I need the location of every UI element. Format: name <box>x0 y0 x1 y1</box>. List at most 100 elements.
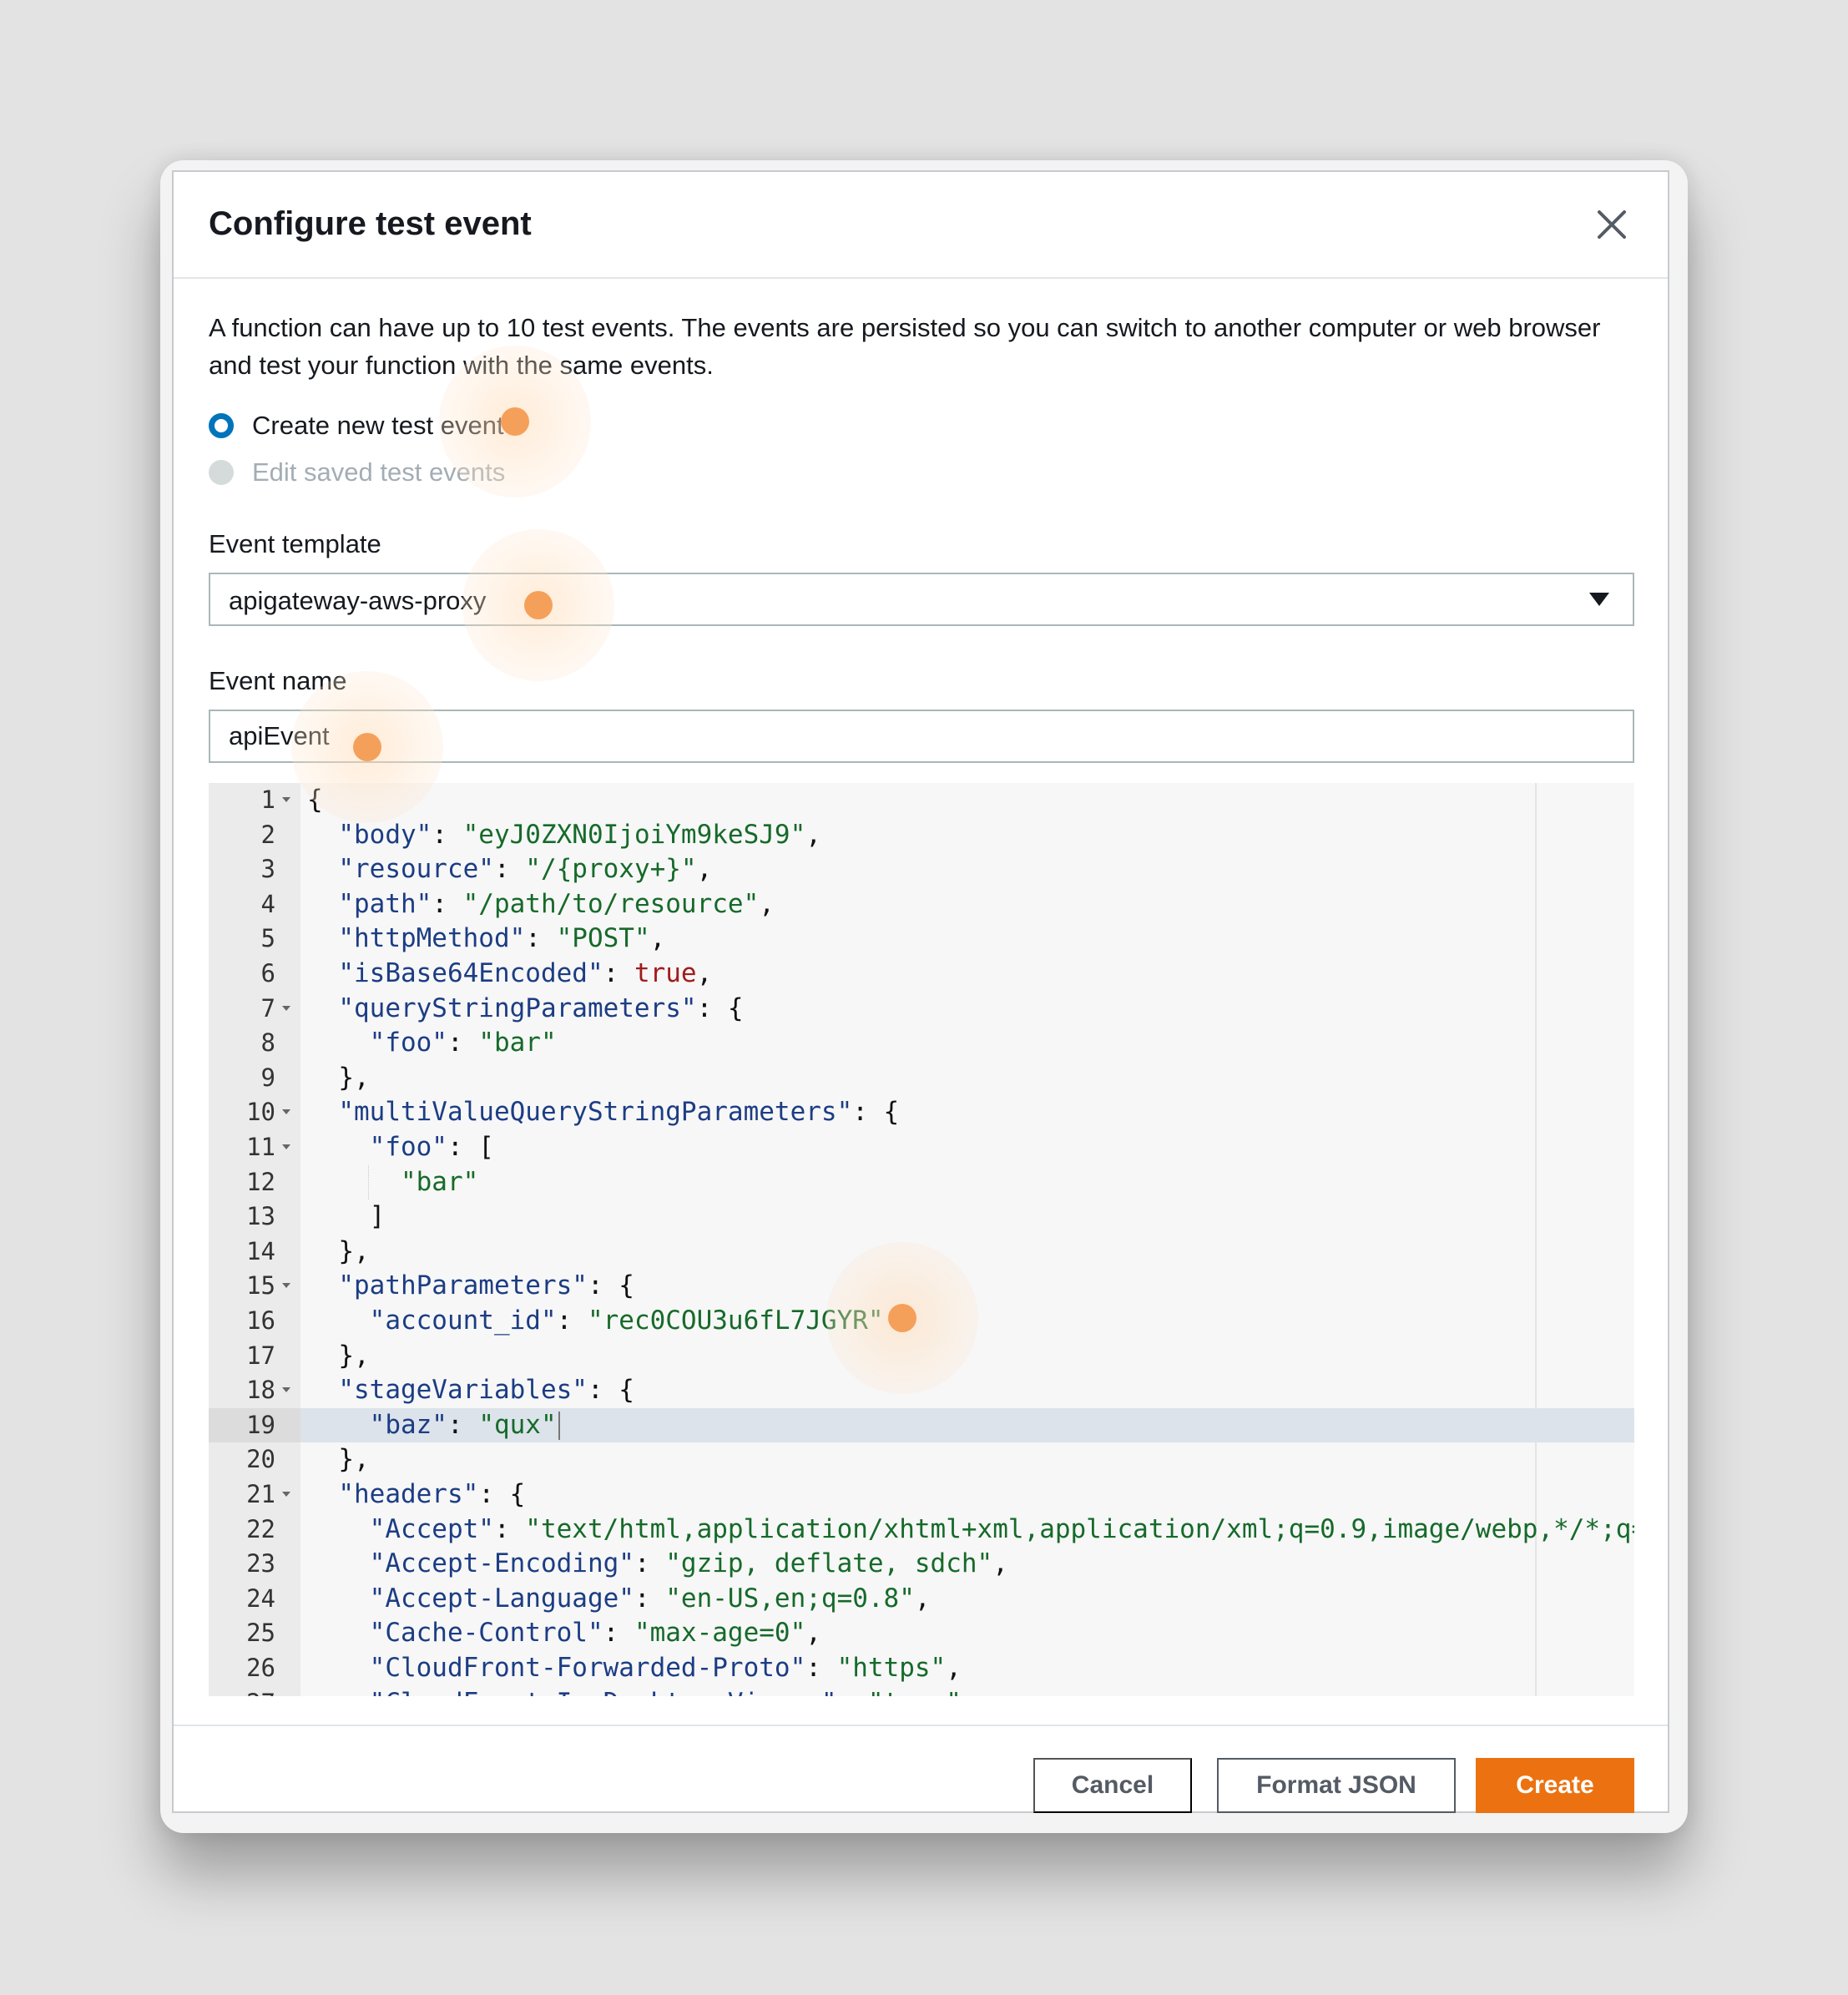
editor-line[interactable]: 13 ] <box>209 1200 1634 1235</box>
line-number: 26 <box>246 1654 275 1682</box>
editor-line[interactable]: 9 }, <box>209 1061 1634 1096</box>
event-template-select[interactable]: apigateway-aws-proxy <box>209 573 1634 626</box>
radio-create-new-test-event[interactable]: Create new test event <box>209 409 504 442</box>
code-token: "path" <box>338 888 432 919</box>
format-json-button[interactable]: Format JSON <box>1217 1758 1456 1813</box>
fold-arrow-icon[interactable] <box>282 1387 290 1393</box>
code-token: : { <box>587 1375 634 1406</box>
close-button[interactable] <box>1593 205 1631 244</box>
code-token: "max-age=0" <box>634 1618 806 1649</box>
code-text: }, <box>307 1339 369 1374</box>
code-text: }, <box>307 1442 370 1477</box>
json-code-editor[interactable]: 1{2 "body": "eyJ0ZXN0IjoiYm9keSJ9", 3 "re… <box>209 783 1634 1696</box>
line-number: 17 <box>246 1341 275 1370</box>
code-token: "Accept-Language" <box>369 1583 634 1614</box>
editor-line[interactable]: 8 "foo": "bar" <box>209 1026 1634 1061</box>
event-name-label: Event name <box>209 666 347 695</box>
line-number: 23 <box>246 1549 275 1578</box>
editor-line[interactable]: 26 "CloudFront-Forwarded-Proto": "https"… <box>209 1651 1634 1686</box>
code-text: }, <box>307 1061 369 1096</box>
editor-line[interactable]: 11 "foo": [ <box>209 1130 1634 1165</box>
editor-line[interactable]: 14 }, <box>209 1235 1634 1270</box>
code-token: "eyJ0ZXN0IjoiYm9keSJ9" <box>462 819 806 850</box>
editor-line[interactable]: 20 }, <box>209 1442 1634 1477</box>
editor-line[interactable]: 4 "path": "/path/to/resource", <box>209 887 1634 922</box>
code-token: "account_id" <box>369 1306 557 1336</box>
fold-arrow-icon[interactable] <box>282 1005 290 1011</box>
cancel-button[interactable]: Cancel <box>1033 1758 1192 1813</box>
editor-line[interactable]: 23 "Accept-Encoding": "gzip, deflate, sd… <box>209 1547 1634 1582</box>
close-icon <box>1598 210 1626 239</box>
editor-line[interactable]: 22 "Accept": "text/html,application/xhtm… <box>209 1513 1634 1548</box>
dialog-footer: Cancel Format JSON Create <box>174 1725 1668 1815</box>
line-number: 16 <box>246 1306 275 1335</box>
fold-arrow-icon[interactable] <box>282 1144 290 1149</box>
code-text: "foo": "bar" <box>307 1026 557 1061</box>
radio-label-create: Create new test event <box>252 411 504 440</box>
code-token: : <box>603 958 634 988</box>
fold-arrow-icon[interactable] <box>282 1492 290 1497</box>
fold-arrow-icon[interactable] <box>282 1109 290 1115</box>
editor-line[interactable]: 5 "httpMethod": "POST", <box>209 922 1634 957</box>
radio-button-checked[interactable] <box>209 413 234 438</box>
line-number: 27 <box>209 1686 300 1696</box>
dialog-description: A function can have up to 10 test events… <box>209 313 1601 380</box>
code-text: "multiValueQueryStringParameters": { <box>307 1095 899 1130</box>
editor-line[interactable]: 19 "baz": "qux" <box>209 1407 1634 1443</box>
editor-line[interactable]: 15 "pathParameters": { <box>209 1269 1634 1304</box>
code-text: "Accept-Language": "en-US,en;q=0.8", <box>307 1582 931 1617</box>
editor-line[interactable]: 3 "resource": "/{proxy+}", <box>209 852 1634 887</box>
radio-edit-saved-test-events: Edit saved test events <box>209 456 505 489</box>
code-token: : <box>525 923 557 954</box>
code-text: "Accept": "text/html,application/xhtml+x… <box>307 1513 1634 1548</box>
code-token: ] <box>307 1201 386 1232</box>
code-token: "CloudFront-Is-Desktop-Viewer" <box>370 1688 837 1696</box>
code-token: : <box>805 1653 837 1683</box>
editor-line[interactable]: 17 }, <box>209 1339 1634 1374</box>
code-token: , <box>696 854 713 885</box>
code-text: ] <box>307 1200 386 1235</box>
editor-line[interactable]: 12 "bar" <box>209 1165 1634 1200</box>
code-token: , <box>962 1688 977 1696</box>
code-text: "isBase64Encoded": true, <box>307 957 712 992</box>
code-token: "text/html,application/xhtml+xml,applica… <box>525 1513 1634 1544</box>
fold-arrow-icon[interactable] <box>282 797 290 802</box>
code-token: : [ <box>447 1132 494 1162</box>
editor-line[interactable]: 27 "CloudFront-Is-Desktop-Viewer": "true… <box>209 1686 1634 1696</box>
dialog-header: Configure test event <box>174 172 1668 279</box>
line-number: 24 <box>246 1583 275 1613</box>
editor-line[interactable]: 21 "headers": { <box>209 1477 1634 1513</box>
code-token: }, <box>307 1444 370 1475</box>
editor-line[interactable]: 10 "multiValueQueryStringParameters": { <box>209 1095 1634 1130</box>
code-token: : <box>493 854 526 885</box>
code-token: "Accept" <box>369 1513 494 1544</box>
editor-line[interactable]: 25 "Cache-Control": "max-age=0", <box>209 1616 1634 1651</box>
line-number: 22 <box>246 1514 275 1543</box>
editor-line[interactable]: 2 "body": "eyJ0ZXN0IjoiYm9keSJ9", <box>209 818 1634 853</box>
code-token: "true" <box>868 1688 962 1696</box>
code-text: "CloudFront-Forwarded-Proto": "https", <box>307 1651 962 1686</box>
code-token: "gzip, deflate, sdch" <box>665 1548 993 1579</box>
code-token: "https" <box>836 1653 947 1683</box>
editor-line[interactable]: 16 "account_id": "rec0COU3u6fL7JGYR" <box>209 1304 1634 1339</box>
code-text: "stageVariables": { <box>307 1373 634 1408</box>
create-button[interactable]: Create <box>1476 1758 1634 1813</box>
editor-line[interactable]: 7 "queryStringParameters": { <box>209 992 1634 1027</box>
event-name-input[interactable] <box>209 710 1634 763</box>
code-token: true <box>634 958 697 988</box>
code-text: "pathParameters": { <box>307 1269 634 1304</box>
editor-line[interactable]: 24 "Accept-Language": "en-US,en;q=0.8", <box>209 1582 1634 1617</box>
code-text: "bar" <box>307 1165 478 1200</box>
code-token: , <box>914 1583 931 1614</box>
fold-arrow-icon[interactable] <box>282 1283 290 1289</box>
editor-line[interactable]: 1{ <box>209 783 1634 818</box>
editor-line[interactable]: 18 "stageVariables": { <box>209 1373 1634 1408</box>
code-token: "/{proxy+}" <box>525 854 697 885</box>
code-token: : { <box>587 1270 634 1301</box>
editor-line[interactable]: 6 "isBase64Encoded": true, <box>209 957 1634 992</box>
